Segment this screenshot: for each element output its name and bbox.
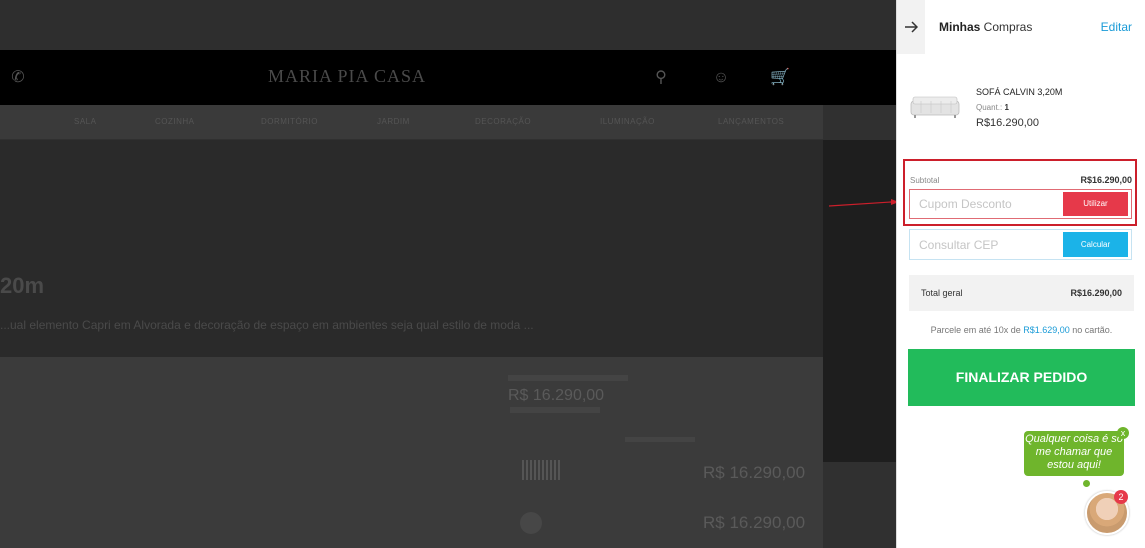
nav-item[interactable]: JARDIM xyxy=(377,117,410,126)
placeholder-line xyxy=(625,437,695,442)
main-nav: SALA COZINHA DORMITÓRIO JARDIM DECORAÇÃO… xyxy=(0,105,823,139)
chat-badge: 2 xyxy=(1114,490,1128,504)
close-cart-button[interactable] xyxy=(897,0,925,54)
nav-item[interactable]: DECORAÇÃO xyxy=(475,117,531,126)
pix-icon xyxy=(520,512,542,534)
chat-message[interactable]: Qualquer coisa é só me chamar que estou … xyxy=(1024,431,1124,476)
search-icon[interactable]: ⚲ xyxy=(651,68,671,88)
item-quantity: Quant.: 1 xyxy=(976,103,1009,112)
nav-item[interactable]: COZINHA xyxy=(155,117,195,126)
price-card: R$ 16.290,00 R$ 16.290,00 R$ 16.290,00 xyxy=(0,357,823,548)
hero-side xyxy=(823,140,896,462)
total-label: Total geral xyxy=(921,288,963,298)
item-price: R$16.290,00 xyxy=(976,117,1039,129)
nav-item[interactable]: DORMITÓRIO xyxy=(261,117,318,126)
calculate-shipping-button[interactable]: Calcular xyxy=(1063,232,1128,257)
item-name[interactable]: SOFÁ CALVIN 3,20M xyxy=(976,87,1062,97)
subtotal-value: R$16.290,00 xyxy=(1080,175,1132,185)
cart-icon[interactable]: 🛒 xyxy=(770,68,790,88)
total-row: Total geral R$16.290,00 xyxy=(909,275,1134,311)
product-description: ...ual elemento Capri em Alvorada e deco… xyxy=(0,318,534,332)
total-value: R$16.290,00 xyxy=(1070,288,1122,298)
arrow-right-icon xyxy=(905,21,918,33)
item-quantity-label: Quant.: xyxy=(976,103,1003,112)
cart-title-rest: Compras xyxy=(980,20,1033,34)
installments-amount: R$1.629,00 xyxy=(1023,325,1070,335)
coupon-input[interactable] xyxy=(910,190,1060,218)
installments-prefix: Parcele em até 10x de xyxy=(930,325,1024,335)
cep-input[interactable] xyxy=(910,230,1060,259)
checkout-button[interactable]: FINALIZAR PEDIDO xyxy=(908,349,1135,406)
pix-price: R$ 16.290,00 xyxy=(703,513,806,532)
nav-item[interactable]: LANÇAMENTOS xyxy=(718,117,784,126)
chat-dot xyxy=(1083,480,1090,487)
item-quantity-value: 1 xyxy=(1004,103,1009,112)
arrow-annotation xyxy=(829,199,899,207)
background-page: ✆ MARIA PIA CASA ⚲ ☺ 🛒 SALA COZINHA DORM… xyxy=(0,0,896,548)
coupon-field: Utilizar xyxy=(909,189,1132,219)
installments-text: Parcele em até 10x de R$1.629,00 no cart… xyxy=(897,325,1145,335)
barcode-icon xyxy=(522,460,562,480)
cart-title: Minhas Compras xyxy=(939,20,1032,34)
sofa-thumbnail[interactable] xyxy=(909,91,961,123)
cart-panel: Minhas Compras Editar SOFÁ CALVIN 3,20M … xyxy=(896,0,1145,548)
installments-suffix: no cartão. xyxy=(1069,325,1113,335)
boleto-price: R$ 16.290,00 xyxy=(703,463,806,482)
phone-icon[interactable]: ✆ xyxy=(8,68,28,88)
site-logo[interactable]: MARIA PIA CASA xyxy=(268,66,426,87)
nav-item[interactable]: ILUMINAÇÃO xyxy=(600,117,655,126)
product-price: R$ 16.290,00 xyxy=(508,387,605,404)
apply-coupon-button[interactable]: Utilizar xyxy=(1063,192,1128,216)
nav-item[interactable]: SALA xyxy=(74,117,96,126)
cart-title-bold: Minhas xyxy=(939,20,981,34)
chat-close-icon[interactable]: x xyxy=(1117,427,1129,439)
cart-item: SOFÁ CALVIN 3,20M Quant.: 1 R$16.290,00 xyxy=(907,85,1137,135)
top-strip xyxy=(0,0,896,50)
placeholder-line xyxy=(510,407,600,413)
subtotal-label: Subtotal xyxy=(910,176,940,185)
cart-header: Minhas Compras Editar xyxy=(897,0,1145,54)
edit-button[interactable]: Editar xyxy=(1101,20,1132,34)
site-header: ✆ MARIA PIA CASA ⚲ ☺ 🛒 xyxy=(0,50,896,105)
user-icon[interactable]: ☺ xyxy=(711,68,731,88)
product-title: 20m xyxy=(0,273,45,298)
cep-field: Calcular xyxy=(909,229,1132,260)
placeholder-line xyxy=(508,375,628,381)
